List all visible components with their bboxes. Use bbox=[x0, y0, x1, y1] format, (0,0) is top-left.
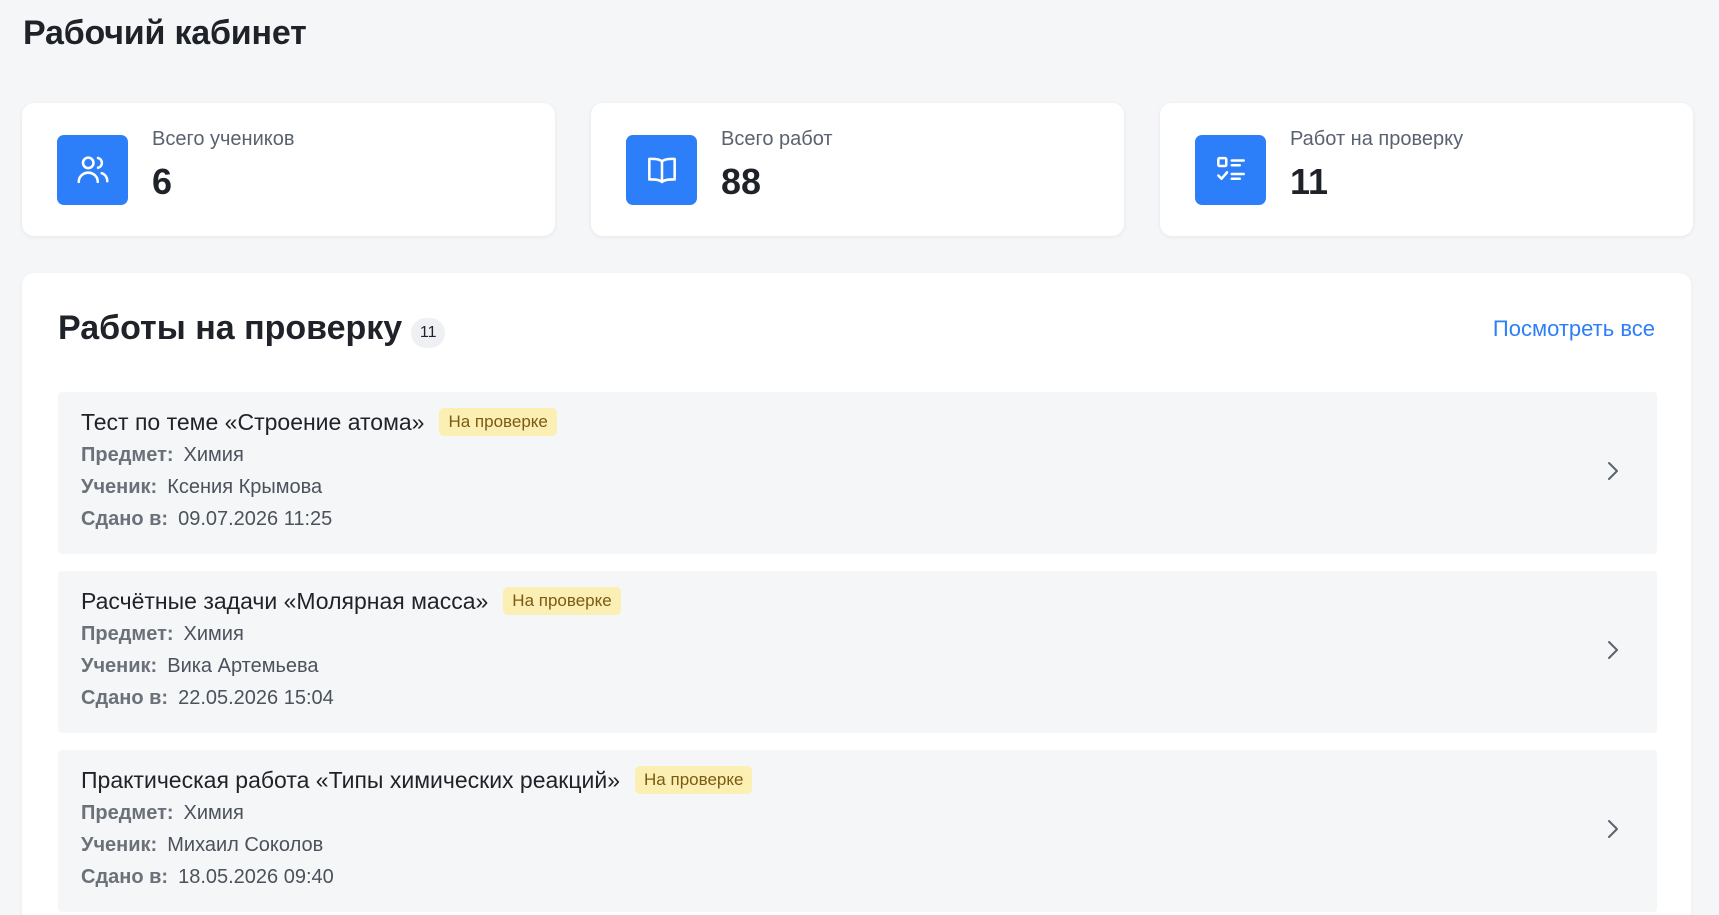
subject-label: Предмет: bbox=[81, 623, 174, 645]
stat-label: Работ на проверку bbox=[1290, 128, 1464, 150]
stat-card-students: Всего учеников 6 bbox=[22, 103, 555, 236]
student-label: Ученик: bbox=[81, 476, 158, 498]
status-badge: На проверке bbox=[503, 587, 621, 615]
page-title: Рабочий кабинет bbox=[23, 14, 307, 52]
subject-row: Предмет: Химия bbox=[81, 444, 1657, 469]
subject-value: Химия bbox=[183, 802, 244, 824]
submitted-value: 18.05.2026 09:40 bbox=[178, 866, 334, 888]
review-panel-header: Работы на проверку 11 Посмотреть все bbox=[58, 309, 1655, 348]
chevron-right-icon[interactable] bbox=[1601, 635, 1625, 665]
book-icon bbox=[626, 134, 697, 205]
review-item[interactable]: Расчётные задачи «Молярная масса» На про… bbox=[58, 571, 1657, 733]
review-item-title: Практическая работа «Типы химических реа… bbox=[81, 766, 621, 793]
subject-value: Химия bbox=[183, 444, 244, 466]
stat-value: 11 bbox=[1290, 161, 1329, 202]
stat-card-to-review: Работ на проверку 11 bbox=[1160, 103, 1693, 236]
student-value: Михаил Соколов bbox=[167, 834, 324, 856]
review-item-title: Расчётные задачи «Молярная масса» bbox=[81, 587, 489, 614]
stat-value: 6 bbox=[152, 161, 173, 202]
submitted-label: Сдано в: bbox=[81, 687, 169, 709]
review-item-title: Тест по теме «Строение атома» bbox=[81, 408, 425, 435]
stats-row: Всего учеников 6 Всего работ 88 Работ на… bbox=[22, 103, 1693, 236]
subject-row: Предмет: Химия bbox=[81, 623, 1657, 648]
student-value: Вика Артемьева bbox=[167, 655, 319, 677]
submitted-row: Сдано в: 18.05.2026 09:40 bbox=[81, 866, 1657, 891]
stat-label: Всего работ bbox=[721, 128, 833, 150]
review-item[interactable]: Практическая работа «Типы химических реа… bbox=[58, 750, 1657, 912]
student-row: Ученик: Ксения Крымова bbox=[81, 476, 1657, 501]
subject-row: Предмет: Химия bbox=[81, 802, 1657, 827]
submitted-row: Сдано в: 09.07.2026 11:25 bbox=[81, 508, 1657, 533]
student-row: Ученик: Михаил Соколов bbox=[81, 834, 1657, 859]
users-icon bbox=[57, 134, 128, 205]
submitted-value: 22.05.2026 15:04 bbox=[178, 687, 334, 709]
view-all-link[interactable]: Посмотреть все bbox=[1493, 316, 1655, 342]
student-label: Ученик: bbox=[81, 834, 158, 856]
review-panel-title: Работы на проверку bbox=[58, 309, 403, 347]
review-count-badge: 11 bbox=[411, 317, 446, 348]
review-panel: Работы на проверку 11 Посмотреть все Тес… bbox=[22, 273, 1691, 915]
submitted-label: Сдано в: bbox=[81, 866, 169, 888]
stat-value: 88 bbox=[721, 161, 762, 202]
stat-label: Всего учеников bbox=[152, 128, 295, 150]
review-item[interactable]: Тест по теме «Строение атома» На проверк… bbox=[58, 392, 1657, 554]
subject-label: Предмет: bbox=[81, 444, 174, 466]
student-label: Ученик: bbox=[81, 655, 158, 677]
subject-value: Химия bbox=[183, 623, 244, 645]
status-badge: На проверке bbox=[439, 408, 557, 436]
chevron-right-icon[interactable] bbox=[1601, 814, 1625, 844]
submitted-value: 09.07.2026 11:25 bbox=[178, 508, 333, 530]
subject-label: Предмет: bbox=[81, 802, 174, 824]
submitted-row: Сдано в: 22.05.2026 15:04 bbox=[81, 687, 1657, 712]
submitted-label: Сдано в: bbox=[81, 508, 169, 530]
status-badge: На проверке bbox=[635, 766, 753, 794]
review-list: Тест по теме «Строение атома» На проверк… bbox=[58, 392, 1657, 915]
dashboard-page: Рабочий кабинет Всего учеников 6 Всего р… bbox=[0, 0, 1719, 915]
checklist-icon bbox=[1195, 134, 1266, 205]
student-row: Ученик: Вика Артемьева bbox=[81, 655, 1657, 680]
student-value: Ксения Крымова bbox=[167, 476, 323, 498]
chevron-right-icon[interactable] bbox=[1601, 456, 1625, 486]
stat-card-works: Всего работ 88 bbox=[591, 103, 1124, 236]
